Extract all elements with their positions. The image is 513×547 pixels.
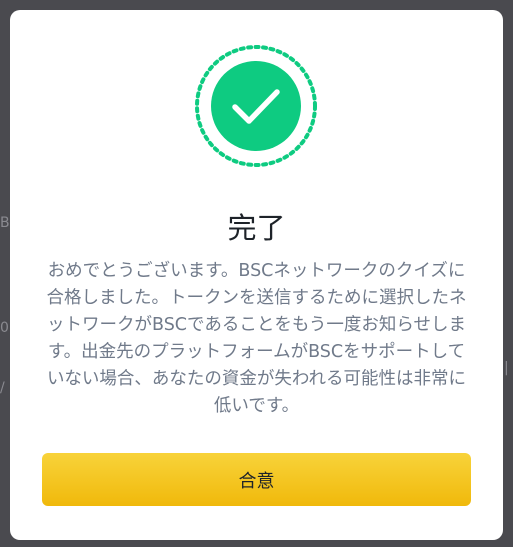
background-fragment: B	[0, 215, 10, 231]
check-circle-icon	[195, 45, 317, 167]
quiz-complete-dialog: 完了 おめでとうございます。BSCネットワークのクイズに合格しました。トークンを…	[10, 10, 503, 540]
dialog-message: おめでとうございます。BSCネットワークのクイズに合格しました。トークンを送信す…	[46, 261, 467, 416]
agree-button[interactable]: 合意	[42, 453, 471, 506]
background-fragment: /	[0, 380, 5, 396]
dialog-title: 完了	[227, 211, 286, 245]
background-fragment: 0	[0, 320, 9, 336]
background-fragment: |	[504, 360, 509, 376]
